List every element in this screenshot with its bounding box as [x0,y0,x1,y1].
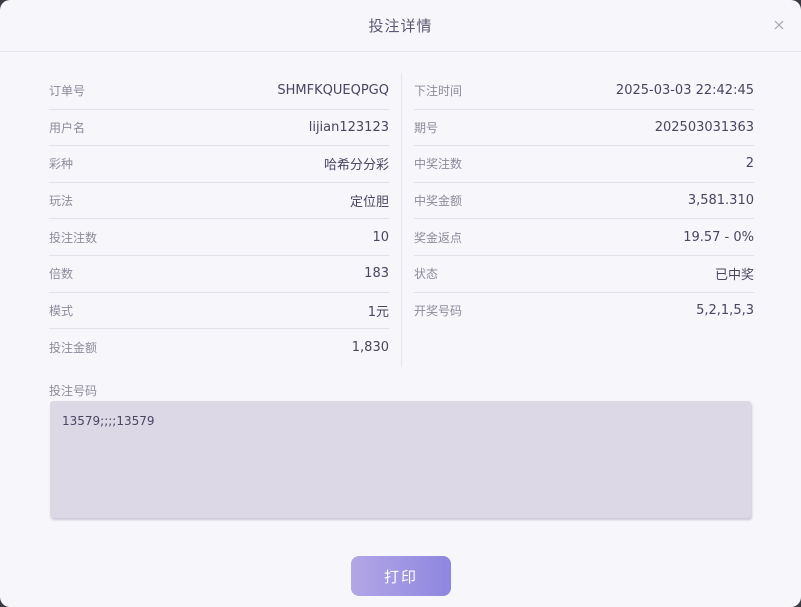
detail-value: 19.57 - 0% [683,229,754,245]
detail-label: 期号 [414,120,439,135]
detail-value: 2 [745,156,754,172]
detail-value: 3,581.310 [687,193,754,209]
bet-detail-modal: 投注详情 订单号 SHMFKQUEQPGQ 用户名 lijian123123 彩… [0,0,801,607]
detail-row-lottery-type: 彩种 哈希分分彩 [49,146,389,183]
detail-label: 订单号 [49,84,86,99]
detail-label: 中奖金额 [414,194,463,209]
detail-value: 202503031363 [654,119,754,135]
detail-row-bet-amount: 投注金额 1,830 [49,329,389,366]
detail-value: 183 [364,266,389,282]
close-icon [774,20,784,30]
details-right-column: 下注时间 2025-03-03 22:42:45 期号 202503031363… [414,73,754,367]
detail-row-issue-no: 期号 202503031363 [414,110,754,147]
detail-value: 1元 [367,304,389,320]
detail-value: 定位胆 [349,195,389,211]
detail-row-rebate: 奖金返点 19.57 - 0% [414,219,754,256]
detail-row-win-amount: 中奖金额 3,581.310 [414,183,754,220]
status-value: 已中奖 [714,268,754,284]
detail-label: 用户名 [49,120,86,135]
detail-row-mode: 模式 1元 [49,293,389,330]
detail-label: 状态 [414,267,439,282]
print-button[interactable]: 打印 [351,556,451,596]
detail-row-bet-count: 投注注数 10 [49,219,389,256]
close-button[interactable] [769,15,789,35]
detail-value: lijian123123 [308,119,389,135]
detail-row-multiplier: 倍数 183 [49,256,389,293]
details-grid: 订单号 SHMFKQUEQPGQ 用户名 lijian123123 彩种 哈希分… [49,73,754,367]
detail-value: 5,2,1,5,3 [696,303,754,319]
detail-label: 彩种 [49,157,74,172]
column-divider [401,73,402,367]
detail-label: 开奖号码 [414,304,463,319]
detail-label: 倍数 [49,267,74,282]
detail-value: 10 [372,229,389,245]
detail-label: 投注注数 [49,230,98,245]
detail-label: 下注时间 [414,84,463,99]
detail-label: 投注金额 [49,340,98,355]
detail-value: 1,830 [351,339,389,355]
detail-row-win-count: 中奖注数 2 [414,146,754,183]
modal-title: 投注详情 [368,17,433,35]
bet-numbers-label: 投注号码 [49,384,98,398]
detail-label: 模式 [49,303,74,318]
detail-value: SHMFKQUEQPGQ [277,83,389,99]
bet-numbers-box: 13579;;;;13579 [50,401,751,518]
detail-value: 哈希分分彩 [323,158,389,174]
detail-label: 中奖注数 [414,157,463,172]
detail-label: 奖金返点 [414,230,463,245]
detail-row-username: 用户名 lijian123123 [49,110,389,147]
detail-row-bet-time: 下注时间 2025-03-03 22:42:45 [414,73,754,110]
detail-row-draw-numbers: 开奖号码 5,2,1,5,3 [414,293,754,330]
detail-row-status: 状态 已中奖 [414,256,754,293]
details-left-column: 订单号 SHMFKQUEQPGQ 用户名 lijian123123 彩种 哈希分… [49,73,389,367]
detail-row-order-no: 订单号 SHMFKQUEQPGQ [49,73,389,110]
detail-value: 2025-03-03 22:42:45 [615,83,754,99]
modal-header: 投注详情 [0,0,801,52]
detail-label: 玩法 [49,194,74,209]
detail-row-play-method: 玩法 定位胆 [49,183,389,220]
